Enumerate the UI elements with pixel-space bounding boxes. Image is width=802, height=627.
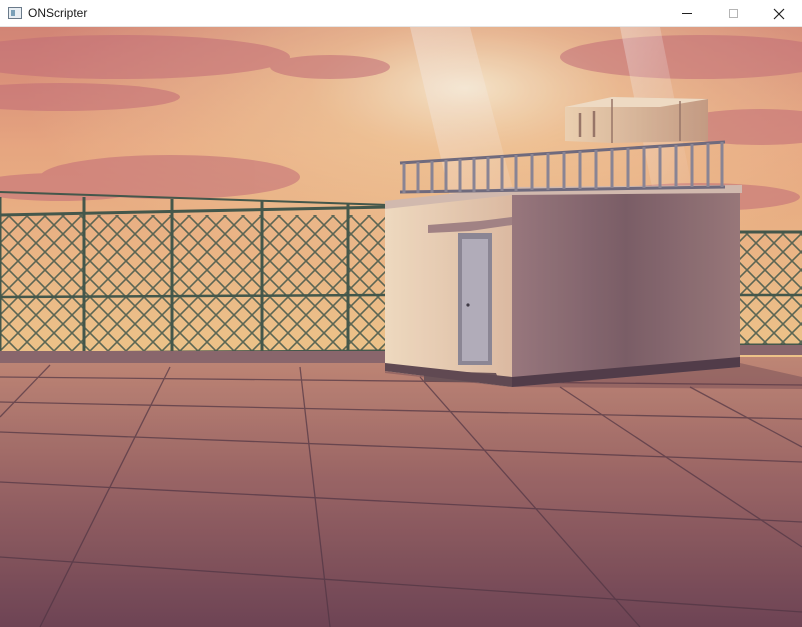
window-title: ONScripter — [28, 6, 88, 20]
close-button[interactable] — [756, 0, 802, 27]
app-window-icon[interactable] — [8, 7, 22, 19]
evening-tint — [0, 27, 802, 627]
title-bar[interactable]: ONScripter — [0, 0, 802, 27]
game-scene[interactable] — [0, 27, 802, 627]
close-icon — [773, 8, 785, 19]
minimize-icon — [682, 13, 692, 14]
minimize-button[interactable] — [664, 0, 710, 27]
maximize-icon — [728, 9, 738, 18]
maximize-button[interactable] — [710, 0, 756, 27]
game-window: ONScripter — [0, 0, 802, 627]
rooftop-background[interactable] — [0, 27, 802, 627]
